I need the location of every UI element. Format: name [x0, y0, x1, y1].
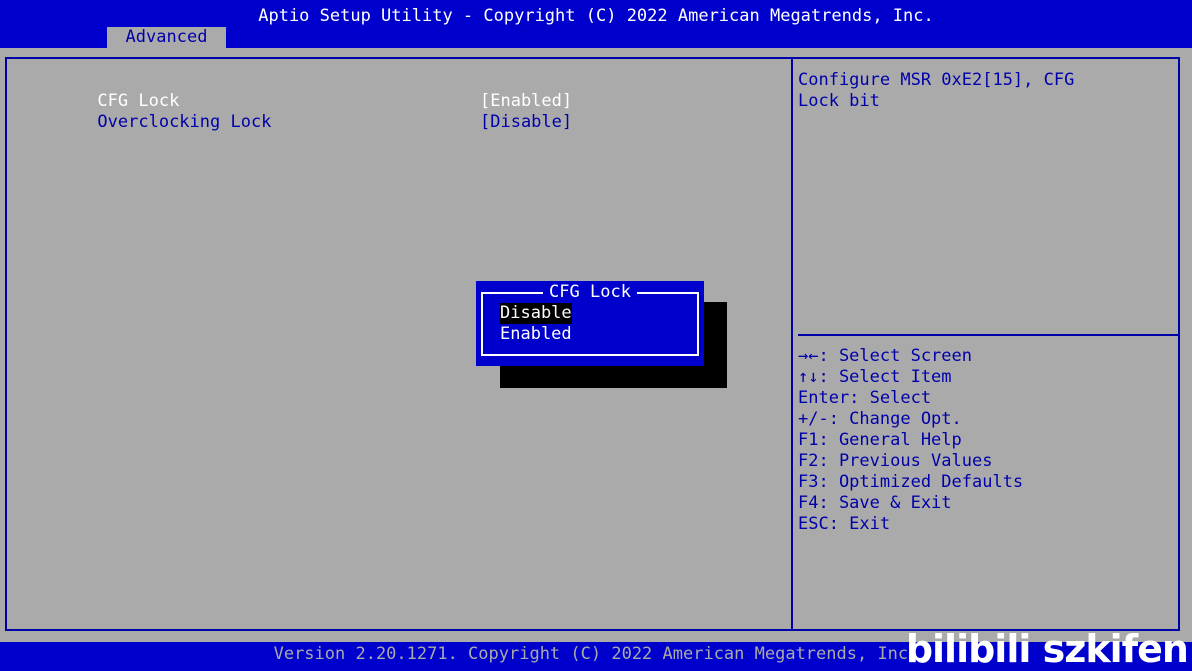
setting-label: Overclocking Lock	[97, 112, 272, 132]
header-title: Aptio Setup Utility - Copyright (C) 2022…	[258, 6, 934, 26]
setting-row-overclocking-lock[interactable]: Overclocking Lock [Disable]	[36, 91, 572, 154]
key-legend-item: F2: Previous Values	[798, 451, 993, 471]
vertical-divider	[791, 57, 793, 631]
key-legend-item: →←: Select Screen	[798, 346, 972, 366]
popup-title: CFG Lock	[476, 282, 704, 303]
help-divider	[798, 334, 1180, 336]
item-help-text: Configure MSR 0xE2[15], CFG Lock bit	[798, 70, 1075, 111]
key-legend-item: ↑↓: Select Item	[798, 367, 952, 387]
key-legend: →←: Select Screen ↑↓: Select Item Enter:…	[798, 346, 1023, 535]
key-legend-item: ESC: Exit	[798, 514, 891, 534]
setting-value[interactable]: [Enabled]	[480, 91, 572, 112]
setting-value[interactable]: [Disable]	[480, 112, 572, 133]
key-legend-item: F1: General Help	[798, 430, 962, 450]
tab-advanced[interactable]: Advanced	[107, 27, 226, 48]
key-legend-item: F3: Optimized Defaults	[798, 472, 1024, 492]
key-legend-item: F4: Save & Exit	[798, 493, 952, 513]
bilibili-watermark-logo: bilibili szkifen	[905, 627, 1189, 671]
key-legend-item: Enter: Select	[798, 388, 932, 408]
popup-option-enabled[interactable]: Enabled	[500, 324, 572, 345]
key-legend-item: +/-: Change Opt.	[798, 409, 962, 429]
cfg-lock-popup: CFG Lock Disable Enabled	[476, 281, 704, 366]
popup-option-disable[interactable]: Disable	[500, 303, 572, 324]
bios-screen: Aptio Setup Utility - Copyright (C) 2022…	[0, 0, 1192, 671]
